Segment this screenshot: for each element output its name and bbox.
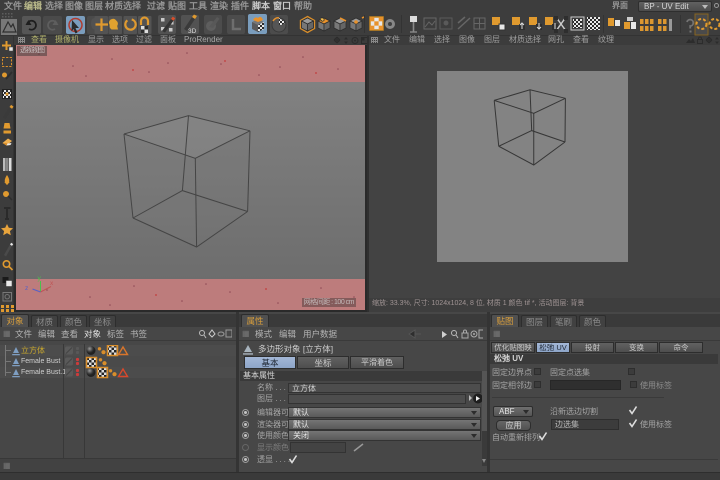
svg-text:y: y <box>38 275 42 282</box>
svg-text:x: x <box>50 280 54 287</box>
svg-text:z: z <box>25 285 28 292</box>
